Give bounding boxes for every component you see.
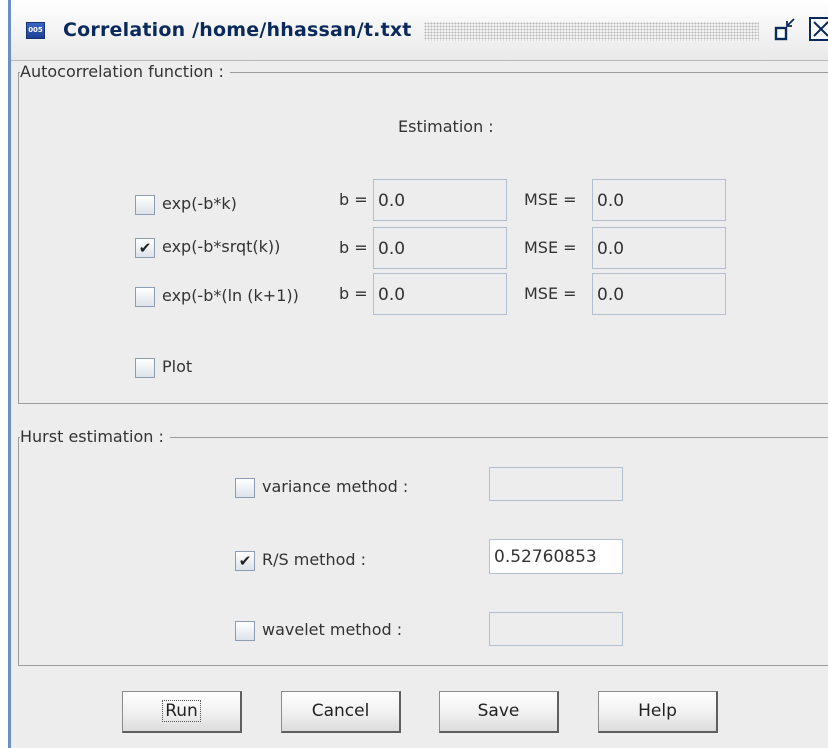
- exp-bsqrtk-checkbox[interactable]: ✔: [135, 238, 155, 258]
- b-field-exp-bk[interactable]: 0.0: [373, 179, 507, 221]
- check-mark-icon: ✔: [138, 239, 152, 257]
- rs-method-field[interactable]: 0.52760853: [489, 539, 623, 574]
- variance-method-checkbox[interactable]: [235, 478, 255, 498]
- cancel-button[interactable]: Cancel: [281, 691, 401, 733]
- exp-bk-label: exp(-b*k): [162, 194, 237, 213]
- b-label: b =: [339, 190, 368, 209]
- window-title: Correlation /home/hhassan/t.txt: [63, 19, 412, 41]
- rs-method-checkbox[interactable]: ✔: [235, 551, 255, 571]
- variance-method-field[interactable]: [489, 467, 623, 501]
- wavelet-method-checkbox[interactable]: [235, 621, 255, 641]
- exp-bln-label: exp(-b*(ln (k+1)): [162, 286, 299, 305]
- b-label: b =: [339, 238, 368, 257]
- mse-field-exp-bln[interactable]: 0.0: [592, 273, 726, 315]
- rs-method-label: R/S method :: [262, 550, 367, 569]
- wavelet-method-field[interactable]: [489, 612, 623, 646]
- plot-checkbox[interactable]: [135, 358, 155, 378]
- variance-method-label: variance method :: [262, 477, 409, 496]
- mse-field-exp-bk[interactable]: 0.0: [592, 179, 726, 221]
- mse-field-exp-bsqrtk[interactable]: 0.0: [592, 227, 726, 269]
- save-button[interactable]: Save: [439, 691, 559, 733]
- b-field-exp-bsqrtk[interactable]: 0.0: [373, 227, 507, 269]
- b-field-exp-bln[interactable]: 0.0: [373, 273, 507, 315]
- check-mark-icon: ✔: [238, 552, 252, 570]
- close-icon[interactable]: [808, 16, 828, 42]
- save-button-label: Save: [477, 701, 520, 721]
- minimize-icon[interactable]: [774, 15, 796, 43]
- title-bar[interactable]: 005 Correlation /home/hhassan/t.txt: [11, 0, 828, 61]
- app-icon: 005: [26, 22, 45, 39]
- run-button[interactable]: Run: [122, 691, 242, 733]
- title-bar-grip[interactable]: [424, 22, 759, 41]
- mse-label: MSE =: [524, 284, 577, 303]
- help-button[interactable]: Help: [598, 691, 718, 733]
- hurst-legend: Hurst estimation :: [20, 427, 170, 446]
- cancel-button-label: Cancel: [311, 701, 370, 721]
- mse-label: MSE =: [524, 190, 577, 209]
- exp-bsqrtk-label: exp(-b*srqt(k)): [162, 237, 281, 256]
- exp-bk-checkbox[interactable]: [135, 195, 155, 215]
- run-button-label: Run: [162, 700, 201, 722]
- help-button-label: Help: [638, 701, 677, 721]
- estimation-label: Estimation :: [398, 117, 494, 136]
- plot-label: Plot: [162, 357, 193, 376]
- autocorrelation-legend: Autocorrelation function :: [20, 62, 230, 81]
- b-label: b =: [339, 284, 368, 303]
- wavelet-method-label: wavelet method :: [262, 620, 403, 639]
- exp-bln-checkbox[interactable]: [135, 287, 155, 307]
- hurst-border: [18, 437, 828, 666]
- mse-label: MSE =: [524, 238, 577, 257]
